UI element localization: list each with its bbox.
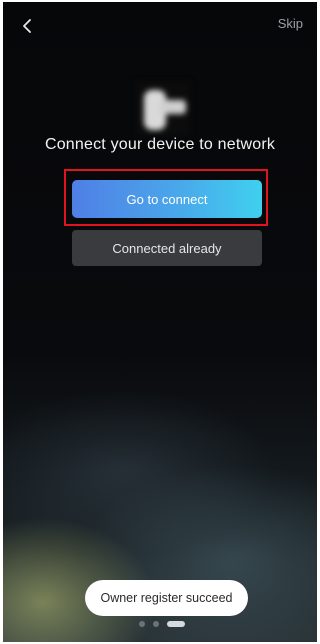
page-title: Connect your device to network bbox=[44, 136, 276, 153]
device-image-part bbox=[160, 100, 186, 114]
go-to-connect-button[interactable]: Go to connect bbox=[72, 180, 262, 218]
skip-button[interactable]: Skip bbox=[278, 16, 303, 31]
connected-already-button[interactable]: Connected already bbox=[72, 230, 262, 266]
back-button[interactable] bbox=[17, 14, 37, 38]
device-image bbox=[136, 82, 190, 136]
page-dot bbox=[139, 621, 145, 627]
chevron-left-icon bbox=[23, 19, 31, 33]
page-indicator bbox=[139, 619, 185, 629]
page-dot bbox=[153, 621, 159, 627]
screen: Skip Connect your device to network Go t… bbox=[3, 2, 317, 642]
page-dot-active bbox=[167, 621, 185, 627]
toast-message: Owner register succeed bbox=[85, 580, 248, 616]
